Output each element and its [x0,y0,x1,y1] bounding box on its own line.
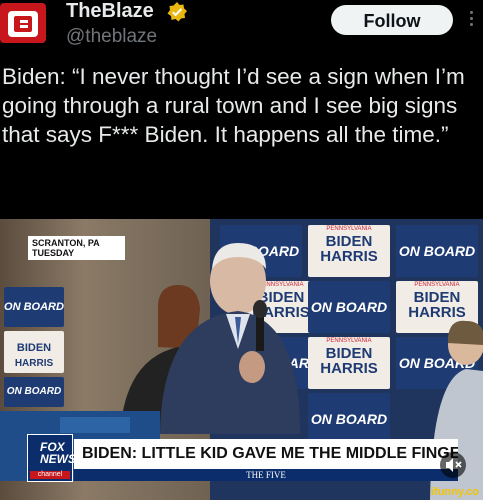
tweet-text: Biden: “I never thought I’d see a sign w… [2,64,465,147]
location-label: SCRANTON, PA TUESDAY [28,236,125,260]
news-lower-third: FOX NEWS channel BIDEN: LITTLE KID GAVE … [0,434,483,500]
fox-news-logo: FOX NEWS channel [27,434,76,482]
video-player[interactable]: ON BOARD PENNSYLVANIA BIDEN HARRIS ON BOAR… [0,219,483,500]
news-chyron: BIDEN: LITTLE KID GAVE ME THE MIDDLE FIN… [74,439,458,469]
avatar[interactable] [0,3,46,43]
speaker-muted-icon[interactable] [440,452,466,478]
more-vertical-icon[interactable] [466,8,476,34]
account-name[interactable]: TheBlaze [66,0,154,22]
show-name: THE FIVE [74,469,458,481]
tweet-header: TheBlaze @theblaze Follow [0,0,483,55]
verified-badge-icon [167,2,187,22]
ifunny-watermark: ifunny.co [430,486,479,498]
account-handle[interactable]: @theblaze [66,26,157,48]
follow-button[interactable]: Follow [331,5,453,35]
